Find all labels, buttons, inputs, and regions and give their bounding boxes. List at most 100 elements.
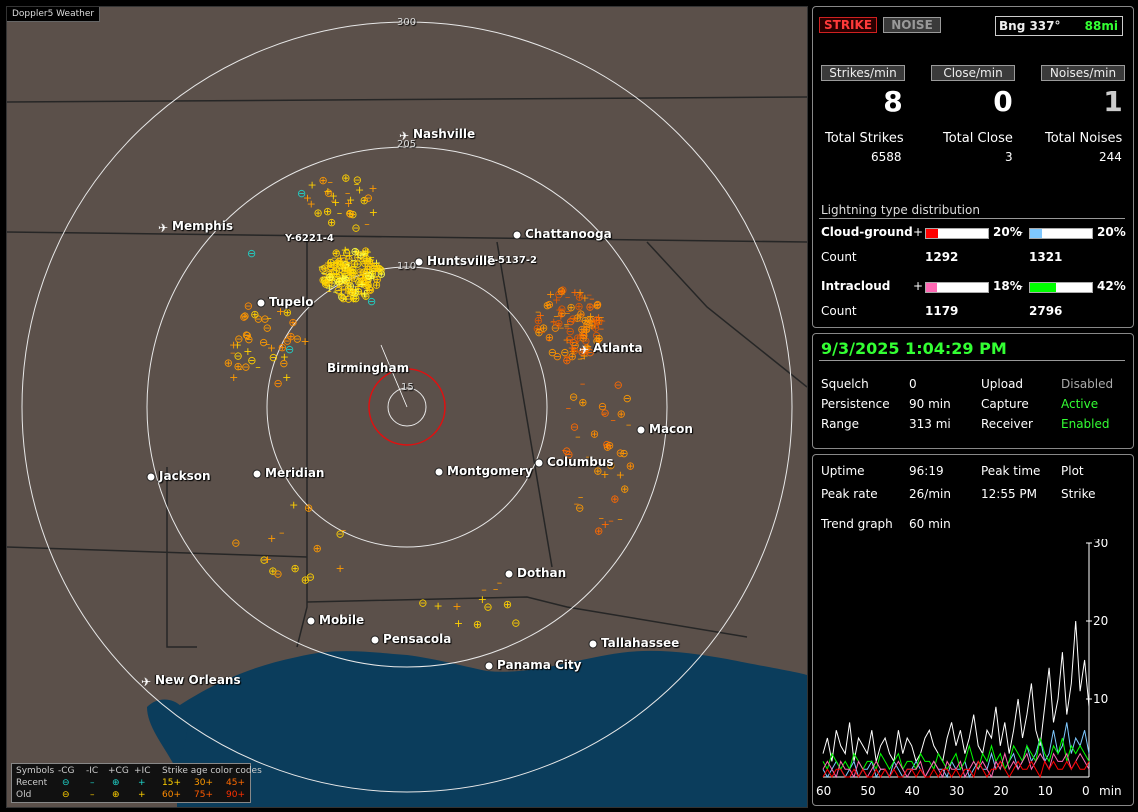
legend-col-4: +IC: [134, 766, 151, 776]
strike-mark: ⊕: [590, 428, 599, 441]
recent-strike-mark: ⊖: [285, 343, 294, 356]
city-label: Atlanta: [593, 341, 643, 355]
strike-mark: +: [576, 286, 585, 299]
ic-pos-bar: [925, 282, 989, 293]
legend-col-1: -CG: [58, 766, 75, 776]
upload-value: Disabled: [1061, 377, 1114, 391]
strike-mark: +: [368, 182, 377, 195]
strike-mark: –: [587, 288, 593, 301]
trend-series-3: [822, 751, 1090, 779]
strike-mark: ⊕: [301, 573, 310, 586]
cg-minus-sign: –: [1017, 225, 1023, 239]
legend-recent-label: Recent: [16, 778, 48, 788]
strike-mark: –: [279, 526, 285, 539]
brand-label: Doppler5 Weather: [7, 7, 101, 22]
strike-mark: –: [608, 514, 614, 527]
noise-button[interactable]: NOISE: [883, 17, 941, 33]
squelch-label: Squelch: [821, 377, 869, 391]
strike-mark: ⊕: [473, 618, 482, 631]
strike-mark: ⊕: [594, 524, 603, 537]
strike-mark: –: [546, 333, 552, 346]
strike-mark: –: [334, 245, 340, 258]
y-tick-label: 10: [1093, 692, 1108, 706]
city-label: Chattanooga: [525, 227, 612, 241]
strike-button[interactable]: STRIKE: [819, 17, 877, 33]
strike-mark: –: [626, 418, 632, 431]
airport-icon: ✈: [141, 675, 151, 689]
plot-value[interactable]: Strike: [1061, 487, 1096, 501]
legend-old-label: Old: [16, 790, 32, 800]
trend-value: 60 min: [909, 517, 951, 531]
uptime-label: Uptime: [821, 464, 865, 478]
cg-count-label: Count: [821, 250, 857, 264]
x-axis-label: min: [1099, 784, 1122, 798]
strike-mark: ⊕: [327, 216, 336, 229]
cg-plus-sign: +: [913, 225, 924, 239]
recent-strike-mark: ⊖: [297, 187, 306, 200]
bearing-box: Bng 337° 88mi: [995, 16, 1123, 36]
strike-mark: ⊖: [553, 350, 562, 363]
total-close-label: Total Close: [943, 131, 1013, 146]
strike-mark: ⊖: [234, 333, 243, 346]
close-per-min-value: 0: [993, 85, 1013, 118]
strike-mark: –: [599, 512, 605, 525]
strike-mark: –: [337, 206, 343, 219]
strike-mark: ⊕: [323, 205, 332, 218]
cg-neg-bar: [1029, 228, 1093, 239]
strike-mark: ⊕: [626, 460, 635, 473]
strike-mark: ⊖: [557, 285, 566, 298]
strike-mark: ⊖: [279, 357, 288, 370]
legend-old-age-3: 90+: [226, 790, 245, 800]
strike-mark: +: [263, 553, 272, 566]
strike-mark: +: [434, 599, 443, 612]
city-label: New Orleans: [155, 673, 241, 687]
strike-mark: ⊖: [346, 208, 355, 221]
strike-mark: ⊖: [545, 298, 554, 311]
x-tick-label: 0: [1082, 784, 1090, 798]
receiver-label: Receiver: [981, 417, 1033, 431]
city-label: Birmingham: [327, 361, 410, 375]
cg-neg-count: 1321: [1029, 250, 1063, 264]
y-tick-label: 30: [1093, 539, 1108, 550]
bearing-value: Bng 337°: [999, 19, 1061, 33]
strike-mark: +: [282, 371, 291, 384]
strike-mark: ⊖: [511, 616, 520, 629]
x-tick-label: 20: [993, 784, 1008, 798]
strike-mark: –: [580, 377, 586, 390]
strike-mark: ⊖: [348, 263, 357, 276]
legend-old-neg-ic-icon: –: [90, 790, 95, 800]
recent-strike-mark: ⊖: [247, 247, 256, 260]
city-label: Dothan: [517, 566, 567, 580]
strike-mark: +: [616, 469, 625, 482]
strike-mark: ⊕: [319, 174, 328, 187]
x-tick-label: 40: [905, 784, 920, 798]
legend-old-age-2: 75+: [194, 790, 213, 800]
strike-mark: –: [364, 217, 370, 230]
ring-label-15: 15: [401, 382, 414, 393]
strike-mark: ⊖: [353, 173, 362, 186]
legend-old-pos-ic-icon: +: [138, 790, 146, 800]
legend-old-neg-cg-icon: ⊖: [62, 790, 70, 800]
peak-time-value: 12:55 PM: [981, 487, 1037, 501]
strike-mark: –: [565, 306, 571, 319]
city-label: Nashville: [413, 127, 476, 141]
strike-mark: +: [336, 562, 345, 575]
settings-panel: 9/3/2025 1:04:29 PM Squelch 0 Upload Dis…: [812, 333, 1134, 449]
range-label: Range: [821, 417, 860, 431]
strike-mark: +: [357, 278, 366, 291]
strike-mark: ⊖: [351, 292, 360, 305]
plot-label: Plot: [1061, 464, 1084, 478]
strike-mark: ⊖: [372, 260, 381, 273]
strike-mark: ⊕: [286, 330, 295, 343]
total-noises-label: Total Noises: [1045, 131, 1123, 146]
city-label: Huntsville: [427, 254, 496, 268]
strike-mark: ⊕: [341, 172, 350, 185]
strike-mark: ⊖: [260, 313, 269, 326]
ic-neg-count: 2796: [1029, 304, 1063, 318]
trend-graph: 60 50 40 30 20 10 0 min 30 20 10: [816, 539, 1122, 798]
ic-plus-sign: +: [913, 279, 924, 293]
x-tick-label: 30: [949, 784, 964, 798]
legend-old-pos-cg-icon: ⊕: [112, 790, 120, 800]
lightning-map[interactable]: ⊕ – – ⊕ ⊖ – ⊕ ⊖ ⊕ – – ⊕ + ⊕ + ⊖ ⊖ ⊕ – + ⊖ + ⊖ – ⊖ ⊖ + – ⊕ ⊕ ⊖ ⊖ ⊕ ⊕ – – ⊖ ⊕ + –…: [6, 6, 808, 808]
ring-label-110: 110: [397, 261, 417, 272]
